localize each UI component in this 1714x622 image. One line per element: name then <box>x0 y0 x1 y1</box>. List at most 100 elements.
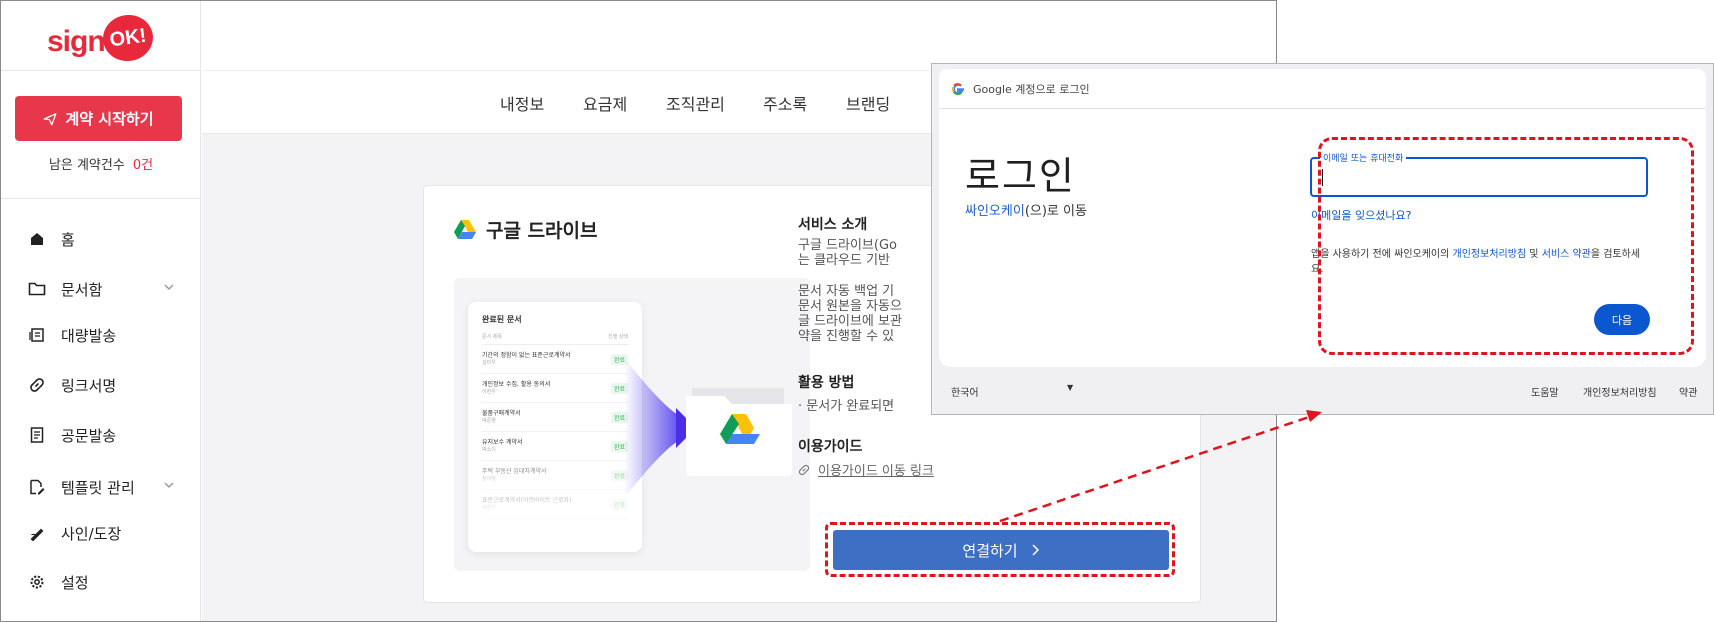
tab-address-book[interactable]: 주소록 <box>763 91 807 115</box>
sidebar-item-home[interactable]: 홈 <box>27 225 175 253</box>
doc-name: 개인정보 수집, 활용 동의서 <box>482 380 551 388</box>
card-title: 구글 드라이브 <box>454 216 598 243</box>
intro-text: 문서 원본을 자동으 <box>798 299 902 314</box>
remaining-count: 0건 <box>132 158 154 173</box>
language-select[interactable]: 한국어 <box>951 384 979 399</box>
list-item: 개인정보 수집, 활용 동의서 이현우 완료 <box>482 374 628 403</box>
intro-text: 문서 자동 백업 기 <box>798 284 895 299</box>
folder-icon <box>27 279 47 299</box>
tab-my-info[interactable]: 내정보 <box>500 91 544 115</box>
guide-title: 이용가이드 <box>798 439 863 455</box>
list-item: 기간의 정함이 없는 표준근로계약서 김미우 완료 <box>482 345 628 374</box>
doc-owner: 박준영 <box>482 417 496 424</box>
drive-illustration: 완료된 문서 문서 제목 진행 상태 기간의 정함이 없는 표준근로계약서 김미우… <box>454 278 810 571</box>
guide-link[interactable]: 이용가이드 이동 링크 <box>798 460 934 479</box>
home-icon <box>27 229 47 249</box>
remaining-label: 남은 계약건수 <box>48 158 125 173</box>
doc-name: 물품구매계약서 <box>482 409 521 417</box>
doc-owner: 김미우 <box>482 359 496 366</box>
sidebar-item-templates[interactable]: 템플릿 관리 <box>27 473 175 501</box>
template-icon <box>27 477 47 497</box>
google-footer: 한국어 ▼ 도움말 개인정보처리방침 약관 <box>932 376 1714 406</box>
sidebar-item-documents[interactable]: 문서함 <box>27 275 175 303</box>
app-name-link[interactable]: 싸인오케이 <box>965 204 1025 219</box>
divider <box>1 70 201 71</box>
document-icon <box>27 425 47 445</box>
sidebar: sign OK! 계약 시작하기 남은 계약건수 0건 홈 문서함 대량발송 링… <box>1 1 201 621</box>
remaining-contracts: 남은 계약건수 0건 <box>1 154 201 173</box>
sidebar-item-label: 템플릿 관리 <box>61 478 135 497</box>
login-heading: 로그인 <box>965 154 1076 198</box>
intro-text: 글 드라이브에 보관 <box>798 314 902 329</box>
intro-text: 구글 드라이브(Go <box>798 238 897 253</box>
sidebar-item-settings[interactable]: 설정 <box>27 568 175 596</box>
link-icon <box>798 464 810 475</box>
drive-folder-graphic <box>684 378 794 478</box>
doc-owner: 이현우 <box>482 388 496 395</box>
doc-name: 기간의 정함이 없는 표준근로계약서 <box>482 351 571 359</box>
sidebar-item-label: 문서함 <box>61 280 103 299</box>
sidebar-item-label: 사인/도장 <box>61 524 122 543</box>
sidebar-item-label: 공문발송 <box>61 426 117 445</box>
usage-title: 활용 방법 <box>798 375 855 391</box>
screenshot-stage: sign OK! 계약 시작하기 남은 계약건수 0건 홈 문서함 대량발송 링… <box>0 0 1714 622</box>
google-titlebar-text: Google 계정으로 로그인 <box>973 82 1090 96</box>
google-logo-icon <box>951 82 964 95</box>
chevron-down-icon[interactable] <box>163 281 175 293</box>
usage-text: · 문서가 완료되면 <box>798 399 895 414</box>
doc-list-title: 완료된 문서 <box>482 315 522 324</box>
footer-privacy-link[interactable]: 개인정보처리방침 <box>1583 384 1657 399</box>
sidebar-item-signature[interactable]: 사인/도장 <box>27 519 175 547</box>
dropdown-arrow-icon[interactable]: ▼ <box>1067 383 1073 392</box>
list-item: 유지보수 계약서 박소이 완료 <box>482 432 628 461</box>
card-title-text: 구글 드라이브 <box>486 220 598 242</box>
doc-owner: 박소이 <box>482 446 496 453</box>
sidebar-item-label: 링크서명 <box>61 376 117 395</box>
send-icon <box>44 112 57 125</box>
doc-name: 유지보수 계약서 <box>482 438 523 446</box>
link-icon <box>27 375 47 395</box>
connect-highlight-box <box>825 522 1175 577</box>
bulk-send-icon <box>27 325 47 345</box>
sidebar-item-label: 설정 <box>61 573 89 592</box>
guide-link-text: 이용가이드 이동 링크 <box>818 464 934 479</box>
help-link[interactable]: 도움말 <box>1531 384 1559 399</box>
gear-icon <box>27 572 47 592</box>
login-subtitle: 싸인오케이(으)로 이동 <box>965 200 1087 219</box>
login-subtitle-rest: (으)로 이동 <box>1024 204 1087 219</box>
doc-name: 표준근로계약서(아르바이트 근로자) <box>482 496 572 504</box>
doc-list-header: 문서 제목 진행 상태 <box>482 333 628 345</box>
intro-title: 서비스 소개 <box>798 217 868 233</box>
col-name: 문서 제목 <box>482 334 502 340</box>
signok-logo[interactable]: sign OK! <box>47 11 157 65</box>
sidebar-item-label: 대량발송 <box>61 326 117 345</box>
doc-owner: 정미정 <box>482 475 496 482</box>
login-form-highlight-box <box>1318 137 1694 355</box>
divider <box>1 198 201 199</box>
sidebar-item-label: 홈 <box>61 230 75 249</box>
intro-text: 는 클라우드 기반 <box>798 253 890 268</box>
footer-terms-link[interactable]: 약관 <box>1679 384 1697 399</box>
tab-organization[interactable]: 조직관리 <box>666 91 725 115</box>
list-item: 물품구매계약서 박준영 완료 <box>482 403 628 432</box>
doc-owner: 박준혁 <box>482 504 496 511</box>
tab-branding[interactable]: 브랜딩 <box>846 91 890 115</box>
col-status: 진행 상태 <box>608 334 628 340</box>
start-contract-button[interactable]: 계약 시작하기 <box>15 96 182 141</box>
sidebar-item-link-sign[interactable]: 링크서명 <box>27 371 175 399</box>
intro-text: 약을 진행할 수 있 <box>798 329 895 344</box>
sidebar-item-bulk-send[interactable]: 대량발송 <box>27 321 175 349</box>
chevron-down-icon[interactable] <box>163 479 175 491</box>
status-badge: 완료 <box>610 498 628 510</box>
list-item: 주택 부동산 임대차계약서 정미정 완료 <box>482 461 628 490</box>
sidebar-item-official-send[interactable]: 공문발송 <box>27 421 175 449</box>
google-titlebar: Google 계정으로 로그인 <box>939 69 1706 109</box>
start-contract-label: 계약 시작하기 <box>65 110 154 128</box>
list-item: 표준근로계약서(아르바이트 근로자) 박준혁 완료 <box>482 490 628 519</box>
google-drive-icon <box>454 220 476 239</box>
logo-badge: OK! <box>100 11 156 65</box>
logo-text: sign <box>47 25 106 58</box>
signature-icon <box>27 523 47 543</box>
doc-name: 주택 부동산 임대차계약서 <box>482 467 547 475</box>
tab-pricing[interactable]: 요금제 <box>583 91 627 115</box>
